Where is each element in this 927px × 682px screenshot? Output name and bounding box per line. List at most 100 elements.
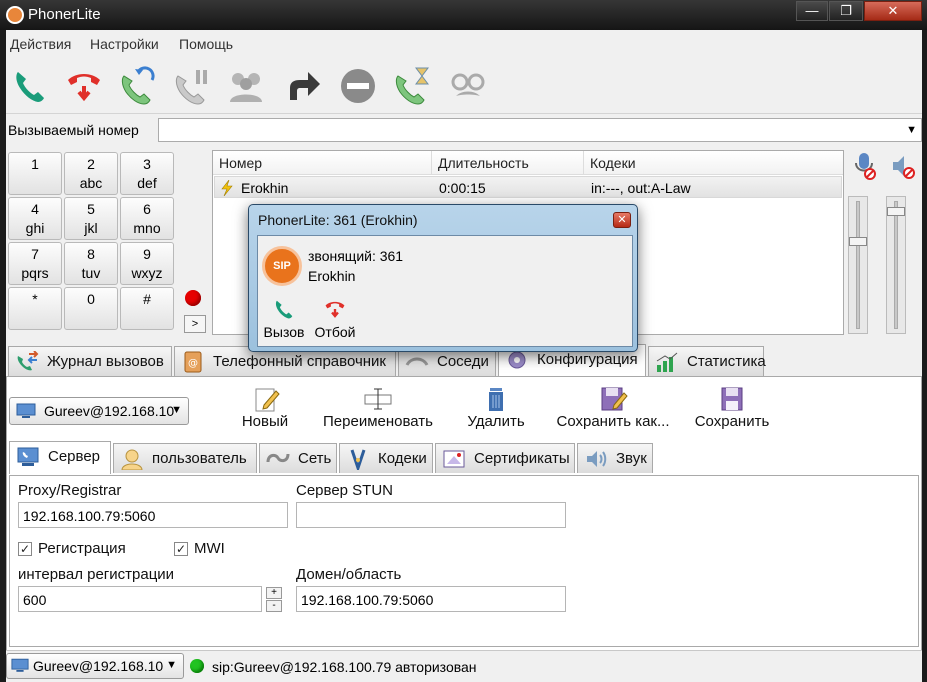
pencil-icon [255, 388, 280, 412]
minimize-button[interactable]: — [796, 1, 828, 21]
incognito-icon[interactable] [448, 64, 488, 108]
microphone-volume-slider[interactable] [848, 196, 868, 334]
tab-label: Телефонный справочник [213, 353, 386, 370]
table-row[interactable]: Erokhin 0:00:15 in:---, out:A-Law [214, 176, 842, 198]
registration-label: Регистрация [38, 540, 126, 557]
interval-input[interactable]: 600 [18, 586, 262, 612]
answer-label: Вызов [263, 324, 305, 340]
slider-thumb[interactable] [887, 207, 905, 216]
dialpad-key[interactable]: 4 ghi [8, 197, 62, 240]
speaker-volume-slider[interactable] [886, 196, 906, 334]
dialog-close-button[interactable]: ✕ [613, 212, 631, 228]
status-text: sip:Gureev@192.168.100.79 авторизован [212, 659, 477, 675]
dropdown-arrow-icon: ▼ [171, 404, 182, 416]
action-label: Переименовать [323, 413, 433, 430]
dialpad-key[interactable]: * [8, 287, 62, 330]
title-bar: PhonerLite — ❐ ✕ [0, 0, 927, 30]
key-letters: ghi [25, 220, 45, 236]
delete-profile-button[interactable]: Удалить [461, 379, 531, 439]
call-codecs: in:---, out:A-Law [591, 180, 691, 196]
save-icon [721, 387, 743, 411]
menu-help[interactable]: Помощь [179, 36, 233, 52]
call-toolbar [6, 58, 922, 114]
close-button[interactable]: ✕ [864, 1, 922, 21]
action-label: Сохранить как... [556, 413, 670, 430]
stun-input[interactable] [296, 502, 566, 528]
key-digit: 5 [87, 201, 95, 217]
tab-call-log[interactable]: Журнал вызовов [8, 346, 172, 376]
number-row: Вызываемый номер ▼ [6, 114, 922, 144]
proxy-input[interactable]: 192.168.100.79:5060 [18, 502, 288, 528]
column-duration[interactable]: Длительность [438, 155, 529, 171]
answer-button[interactable]: Вызов [260, 296, 308, 346]
called-number-input[interactable]: ▼ [158, 118, 922, 142]
menu-actions[interactable]: Действия [10, 36, 71, 52]
key-letters: abc [79, 175, 103, 191]
dialpad-key[interactable]: 9 wxyz [120, 242, 174, 285]
dialpad-key[interactable]: 7 pqrs [8, 242, 62, 285]
configuration-panel: Gureev@192.168.10 ▼ Новый Переименовать … [6, 376, 922, 682]
mwi-checkbox[interactable]: ✓ [174, 542, 188, 556]
interval-increment-button[interactable]: + [266, 587, 282, 599]
speaker-mute-icon[interactable] [890, 154, 916, 180]
tab-sound[interactable]: Звук [577, 443, 653, 473]
maximize-button[interactable]: ❐ [829, 1, 863, 21]
tab-network[interactable]: Сеть [259, 443, 337, 473]
key-letters: tuv [81, 265, 101, 281]
tab-user[interactable]: пользователь [113, 443, 257, 473]
conference-icon[interactable] [226, 64, 266, 108]
action-label: Новый [241, 413, 289, 430]
key-letters: wxyz [131, 265, 163, 281]
dialpad-key[interactable]: 2 abc [64, 152, 118, 195]
slider-thumb[interactable] [849, 237, 867, 246]
menu-bar: Действия Настройки Помощь [6, 30, 922, 56]
rename-profile-button[interactable]: Переименовать [319, 379, 437, 439]
profile-select[interactable]: Gureev@192.168.10 ▼ [9, 397, 189, 425]
dialpad-key[interactable]: # [120, 287, 174, 330]
dialpad-key[interactable]: 5 jkl [64, 197, 118, 240]
microphone-mute-icon[interactable] [854, 151, 876, 181]
do-not-disturb-icon[interactable] [338, 64, 378, 108]
dialog-title: PhonerLite: 361 (Erokhin) [258, 212, 418, 228]
tab-statistics[interactable]: Статистика [648, 346, 766, 376]
reject-button[interactable]: Отбой [310, 296, 360, 346]
interval-decrement-button[interactable]: - [266, 600, 282, 612]
dialpad-key[interactable]: 8 tuv [64, 242, 118, 285]
menu-settings[interactable]: Настройки [90, 36, 159, 52]
hold-icon[interactable] [172, 64, 212, 108]
trash-icon [489, 388, 503, 411]
dialpad-key[interactable]: 1 [8, 152, 62, 195]
forward-icon[interactable] [282, 64, 322, 108]
key-digit: 1 [31, 156, 39, 172]
call-icon[interactable] [10, 64, 50, 108]
save-as-button[interactable]: Сохранить как... [555, 379, 671, 439]
dropdown-arrow-icon[interactable]: ▼ [906, 124, 917, 136]
new-profile-button[interactable]: Новый [233, 379, 297, 439]
hangup-icon[interactable] [64, 64, 104, 108]
tab-label: Кодеки [378, 450, 427, 467]
codecs-icon [350, 449, 366, 470]
column-codecs[interactable]: Кодеки [590, 155, 636, 171]
tab-codecs[interactable]: Кодеки [339, 443, 433, 473]
key-digit: 2 [87, 156, 95, 172]
dialpad-key[interactable]: 0 [64, 287, 118, 330]
certificate-icon [443, 450, 465, 468]
dialpad-expand-button[interactable]: > [184, 315, 206, 333]
dialpad-key[interactable]: 6 mno [120, 197, 174, 240]
user-icon [121, 449, 143, 470]
record-icon[interactable] [185, 290, 201, 306]
tab-label: Сертификаты [474, 450, 570, 467]
registration-checkbox[interactable]: ✓ [18, 542, 32, 556]
column-number[interactable]: Номер [219, 155, 262, 171]
slider-track [894, 201, 898, 329]
monitor-icon [11, 658, 29, 672]
save-button[interactable]: Сохранить [687, 379, 777, 439]
dialpad-key[interactable]: 3 def [120, 152, 174, 195]
domain-input[interactable]: 192.168.100.79:5060 [296, 586, 566, 612]
app-logo-icon [6, 6, 24, 24]
tab-certificates[interactable]: Сертификаты [435, 443, 575, 473]
status-profile-select[interactable]: Gureev@192.168.10 ▼ [6, 653, 184, 679]
callback-icon[interactable] [392, 64, 432, 108]
transfer-call-icon[interactable] [118, 64, 158, 108]
tab-server[interactable]: Сервер [9, 441, 111, 474]
